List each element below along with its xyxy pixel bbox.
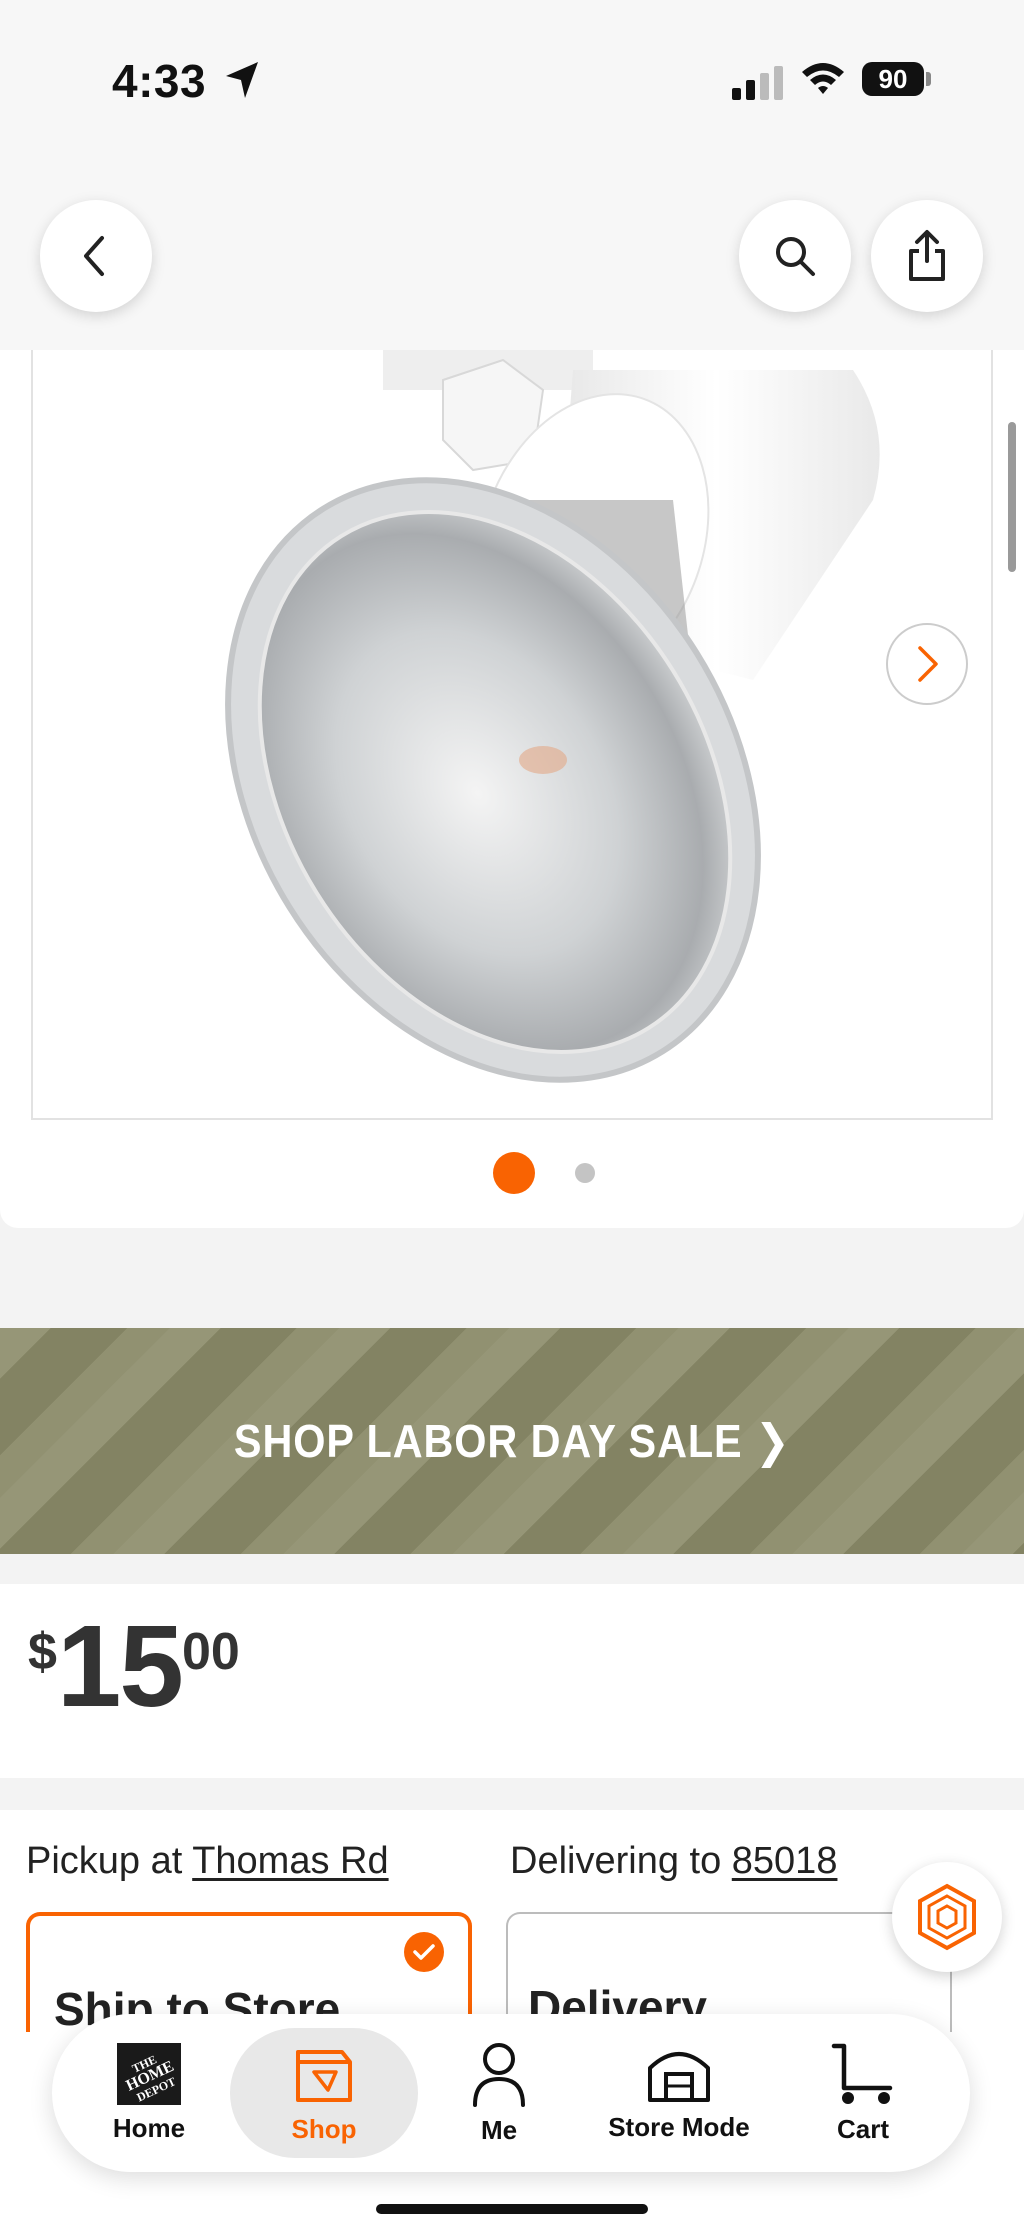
battery-indicator: 90 xyxy=(862,62,924,96)
tab-me[interactable]: Me xyxy=(444,2028,554,2158)
share-icon xyxy=(909,230,945,281)
status-time: 4:33 xyxy=(112,55,207,107)
search-icon xyxy=(776,237,815,276)
tab-label: Home xyxy=(112,2112,186,2143)
scroll-indicator xyxy=(1008,422,1016,572)
search-button[interactable] xyxy=(739,200,851,312)
back-button[interactable] xyxy=(40,200,152,312)
bottom-tab-bar: THE HOME DEPOT Home Shop Me Store Mode C… xyxy=(52,2014,970,2172)
price-dollars: 15 xyxy=(56,1601,184,1731)
price-cents: 00 xyxy=(181,1623,240,1681)
share-button[interactable] xyxy=(871,200,983,312)
status-bar: 4:33 90 xyxy=(0,0,1024,150)
header-bar xyxy=(0,150,1024,350)
store-icon xyxy=(648,2051,710,2102)
track-light-image xyxy=(225,350,880,1083)
selected-check-icon xyxy=(404,1932,444,1972)
labor-day-sale-banner[interactable]: SHOP LABOR DAY SALE ❯ xyxy=(0,1328,1024,1554)
product-page: 4:33 90 SHOP LABOR DAY SALE ❯ $ 15 00 Pi… xyxy=(0,0,1024,2226)
shop-bag-icon xyxy=(296,2049,352,2102)
gallery-dot[interactable] xyxy=(575,1163,595,1183)
person-icon xyxy=(473,2042,525,2107)
next-image-button[interactable] xyxy=(886,623,968,705)
chevron-right-icon xyxy=(918,646,938,682)
wifi-icon xyxy=(802,63,844,94)
product-image-gallery[interactable] xyxy=(0,350,1024,1228)
pickup-prefix: Pickup at xyxy=(26,1840,183,1882)
delivery-zip-link[interactable]: 85018 xyxy=(732,1840,838,1882)
assistant-chat-button[interactable] xyxy=(892,1862,1002,1972)
product-price: $ 15 00 xyxy=(28,1608,240,1724)
tab-shop[interactable]: Shop xyxy=(230,2028,418,2158)
tab-cart[interactable]: Cart xyxy=(804,2028,922,2158)
delivery-location: Delivering to 85018 xyxy=(510,1840,837,1883)
tab-label: Store Mode xyxy=(608,2111,750,2142)
hexagon-assistant-icon xyxy=(918,1883,976,1951)
home-indicator xyxy=(376,2204,648,2214)
delivery-prefix: Delivering to xyxy=(510,1840,722,1882)
price-currency: $ xyxy=(28,1623,57,1681)
tab-store-mode[interactable]: Store Mode xyxy=(580,2028,778,2158)
location-arrow-icon xyxy=(226,62,258,98)
cart-icon xyxy=(831,2043,893,2104)
tab-home[interactable]: THE HOME DEPOT Home xyxy=(80,2028,218,2158)
product-image[interactable] xyxy=(31,350,993,1120)
gallery-dot-active[interactable] xyxy=(493,1152,535,1194)
pickup-store-link[interactable]: Thomas Rd xyxy=(192,1840,388,1882)
tab-label: Me xyxy=(480,2114,518,2145)
price-section: $ 15 00 xyxy=(0,1584,1024,1778)
home-depot-logo-icon: THE HOME DEPOT xyxy=(117,2042,181,2105)
tab-label: Cart xyxy=(836,2113,889,2144)
tab-label: Shop xyxy=(291,2113,357,2144)
battery-cap xyxy=(926,72,931,86)
cellular-signal-icon xyxy=(732,66,783,100)
pickup-location: Pickup at Thomas Rd xyxy=(26,1840,389,1883)
promo-label: SHOP LABOR DAY SALE ❯ xyxy=(233,1415,791,1467)
chevron-left-icon xyxy=(84,236,104,276)
